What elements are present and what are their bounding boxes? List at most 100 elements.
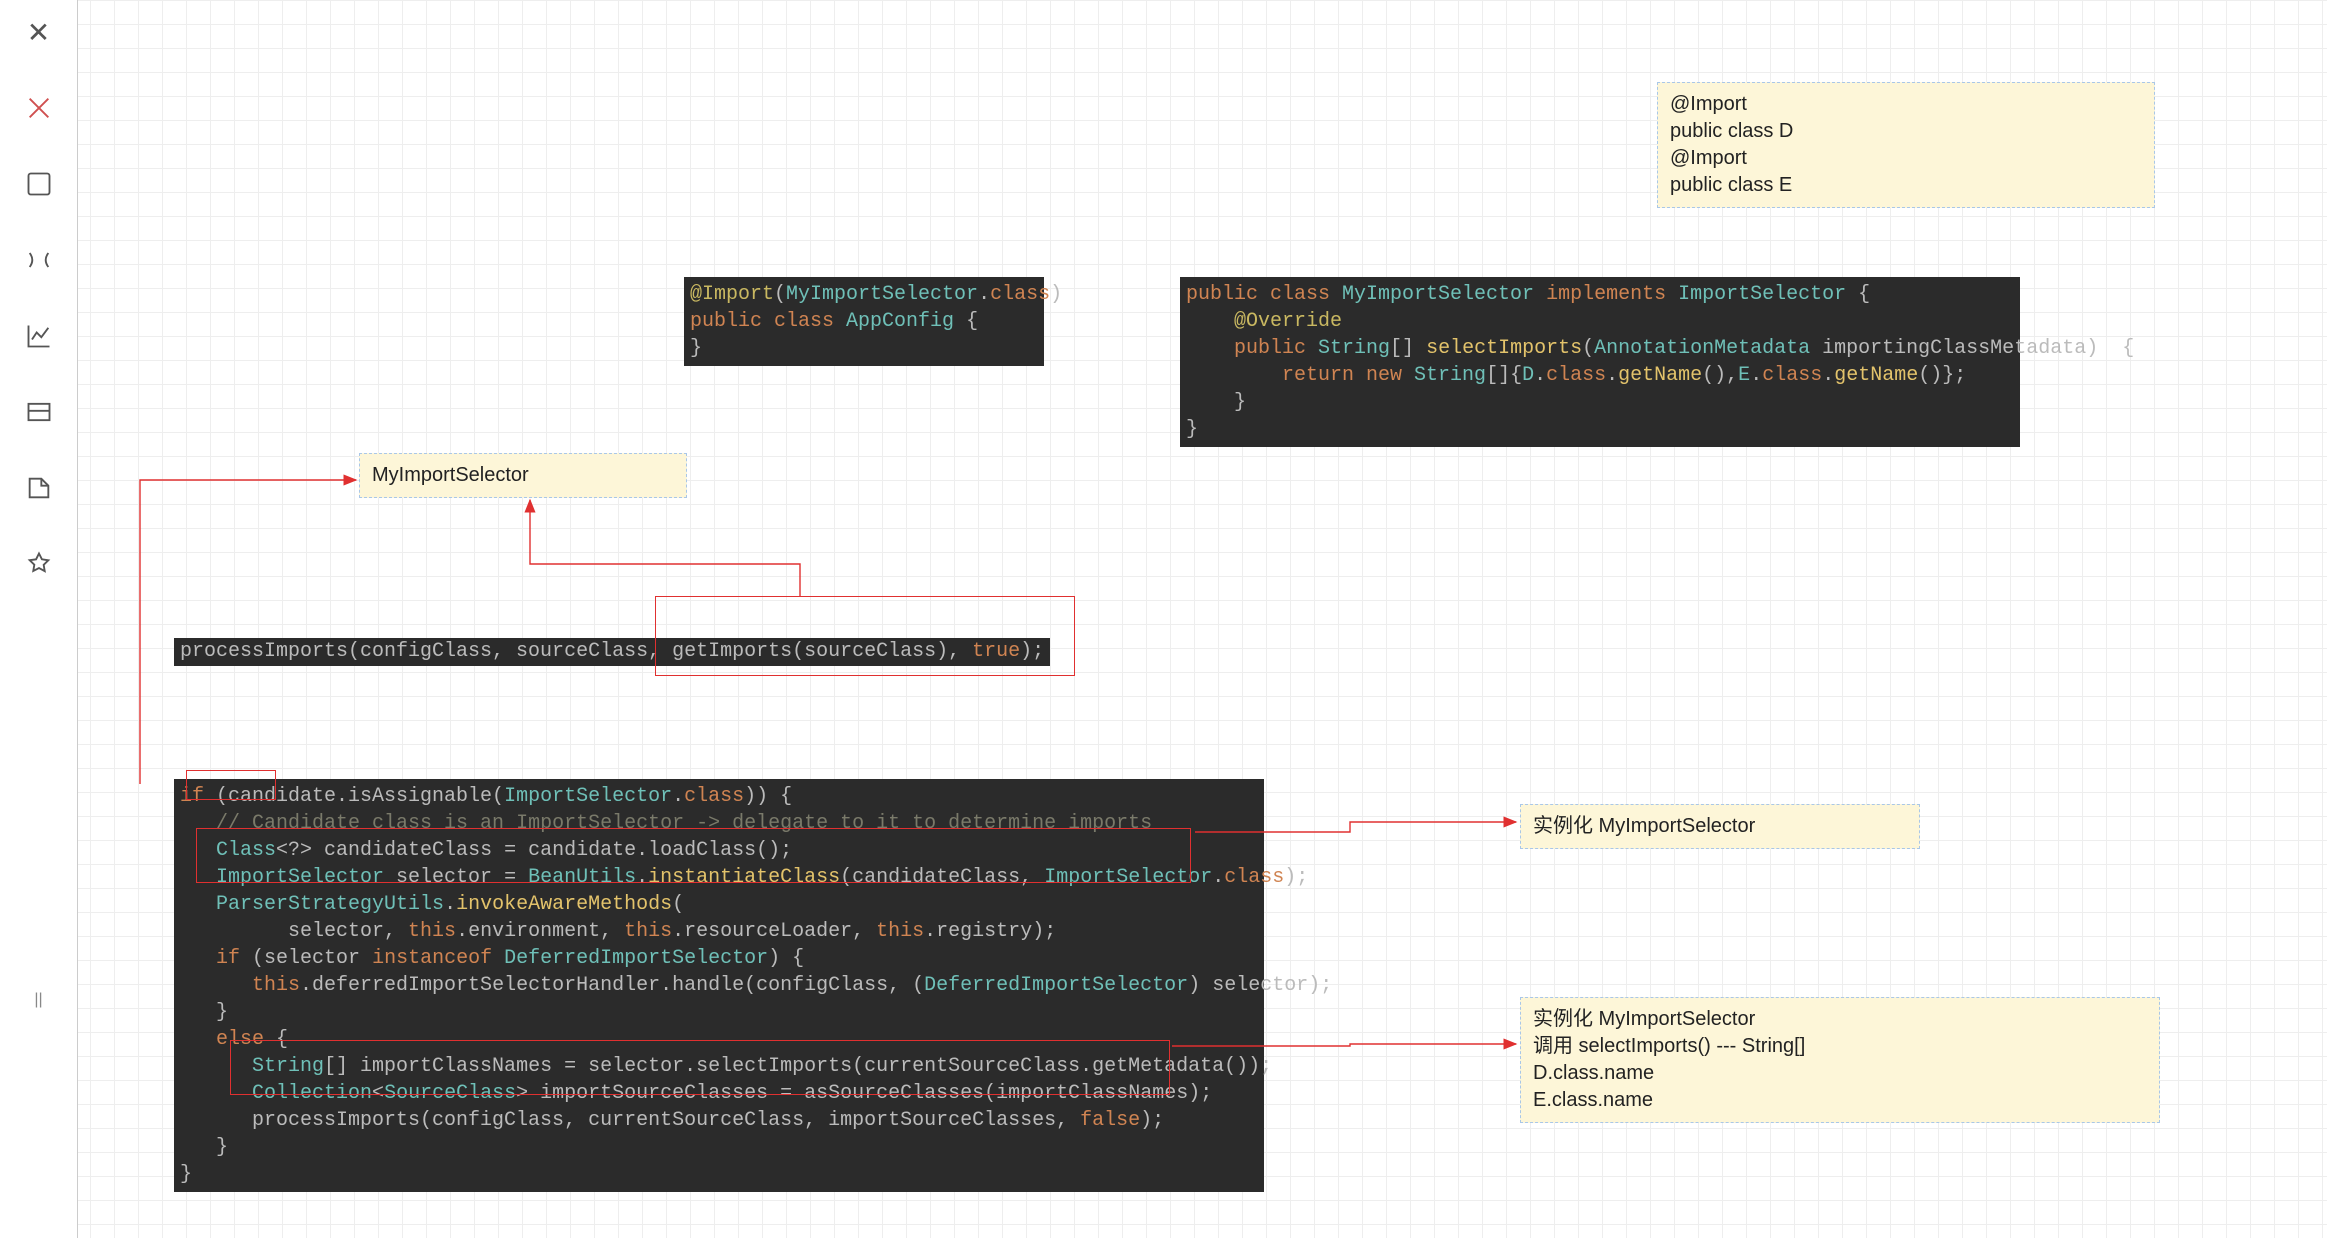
t: else	[216, 1028, 276, 1051]
t: MyImportSelector	[786, 283, 978, 306]
t: }	[1186, 391, 1246, 414]
t: ()};	[1918, 364, 1966, 387]
code-processimports-line[interactable]: processImports(configClass, sourceClass,…	[174, 638, 1050, 666]
t: class	[990, 283, 1050, 306]
t: public class	[690, 310, 846, 333]
t: class	[1762, 364, 1822, 387]
t: []{	[1486, 364, 1522, 387]
t: String	[252, 1055, 324, 1078]
code-appconfig[interactable]: @Import(MyImportSelector.class) public c…	[684, 277, 1044, 366]
sidebar-tool-5[interactable]	[19, 392, 59, 432]
t: instanceof	[372, 947, 504, 970]
t: if	[216, 947, 252, 970]
t	[1186, 337, 1234, 360]
sidebar-tool-7[interactable]	[19, 544, 59, 584]
sidebar-tool-4[interactable]	[19, 316, 59, 356]
t: @Import	[690, 283, 774, 306]
t	[180, 947, 216, 970]
t: invokeAwareMethods	[456, 893, 672, 916]
t	[180, 893, 216, 916]
t	[180, 866, 216, 889]
t: Class	[216, 839, 276, 862]
t: selector =	[396, 866, 528, 889]
t: E	[1738, 364, 1750, 387]
sidebar-tool-3[interactable]	[19, 240, 59, 280]
t	[180, 839, 216, 862]
t: }	[690, 337, 702, 360]
t: .	[978, 283, 990, 306]
t: MyImportSelector	[1342, 283, 1546, 306]
t: importingClassMetadata) {	[1822, 337, 2134, 360]
t: SourceClass	[384, 1082, 516, 1105]
t	[1186, 364, 1282, 387]
sidebar-tool-2[interactable]	[19, 164, 59, 204]
t: ParserStrategyUtils	[216, 893, 444, 916]
note-classes-d-e[interactable]: @Import public class D @Import public cl…	[1657, 82, 2155, 208]
note-instantiate[interactable]: 实例化 MyImportSelector	[1520, 804, 1920, 849]
t: getName	[1834, 364, 1918, 387]
t	[180, 1082, 252, 1105]
t: .environment,	[456, 920, 624, 943]
t: this	[876, 920, 924, 943]
t: this	[252, 974, 300, 997]
t: (	[774, 283, 786, 306]
sidebar-collapse-icon[interactable]: ||	[19, 980, 59, 1020]
t: AppConfig	[846, 310, 966, 333]
t: }	[180, 1163, 192, 1186]
t: D	[1522, 364, 1534, 387]
t: (	[1582, 337, 1594, 360]
t	[180, 1028, 216, 1051]
t: .	[1750, 364, 1762, 387]
t: )	[1050, 283, 1062, 306]
close-icon[interactable]: ✕	[19, 12, 59, 52]
t: ) selector);	[1188, 974, 1332, 997]
t: this	[624, 920, 672, 943]
note-detail[interactable]: 实例化 MyImportSelector 调用 selectImports() …	[1520, 997, 2160, 1123]
t: {	[276, 1028, 288, 1051]
t: BeanUtils	[528, 866, 636, 889]
t: []	[1390, 337, 1426, 360]
t	[180, 974, 252, 997]
t: > importSourceClasses = asSourceClasses(…	[516, 1082, 1212, 1105]
t: class	[684, 785, 744, 808]
t: .registry);	[924, 920, 1056, 943]
t: );	[1020, 640, 1044, 663]
t: instantiateClass	[648, 866, 840, 889]
diagram-canvas[interactable]: ✕ || @Import public class D @Import publ…	[0, 0, 2327, 1238]
code-myimportselector[interactable]: public class MyImportSelector implements…	[1180, 277, 2020, 447]
t: (),	[1702, 364, 1738, 387]
t: {	[1858, 283, 1870, 306]
t	[180, 1055, 252, 1078]
t: String	[1414, 364, 1486, 387]
t: selector,	[180, 920, 408, 943]
t: (	[672, 893, 684, 916]
t: @Override	[1234, 310, 1342, 333]
sidebar-tool-1[interactable]	[19, 88, 59, 128]
t: }	[180, 1136, 228, 1159]
code-if-block[interactable]: if (candidate.isAssignable(ImportSelecto…	[174, 779, 1264, 1192]
t: ImportSelector	[216, 866, 396, 889]
t: public class	[1186, 283, 1342, 306]
t: (candidateClass,	[840, 866, 1044, 889]
t: .	[672, 785, 684, 808]
t: .	[1822, 364, 1834, 387]
t: .	[1534, 364, 1546, 387]
t: )) {	[744, 785, 792, 808]
t: );	[1284, 866, 1308, 889]
t: .resourceLoader,	[672, 920, 876, 943]
t: String	[1318, 337, 1390, 360]
note-myimportselector[interactable]: MyImportSelector	[359, 453, 687, 498]
t: .	[444, 893, 456, 916]
t: getName	[1618, 364, 1702, 387]
t: // Candidate class is an ImportSelector …	[216, 812, 1152, 835]
sidebar-tool-6[interactable]	[19, 468, 59, 508]
t: ImportSelector	[504, 785, 672, 808]
t	[1186, 310, 1234, 333]
t: [] importClassNames = selector.selectImp…	[324, 1055, 1272, 1078]
t: }	[180, 1001, 228, 1024]
t: return new	[1282, 364, 1414, 387]
t: .	[636, 866, 648, 889]
t: .	[1606, 364, 1618, 387]
t: true	[972, 640, 1020, 663]
t: processImports(configClass, sourceClass,…	[180, 640, 972, 663]
